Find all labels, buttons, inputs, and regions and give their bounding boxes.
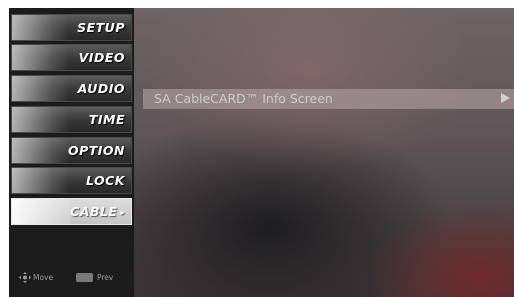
tv-screen: SETUP VIDEO AUDIO TIME OPTION LOCK CABLE… bbox=[9, 8, 514, 297]
menu-button-icon bbox=[76, 273, 93, 282]
menu-item-video[interactable]: VIDEO bbox=[11, 44, 132, 71]
submenu-enter-arrow-icon bbox=[501, 93, 510, 103]
menu-item-time[interactable]: TIME bbox=[11, 106, 132, 133]
menu-item-label: TIME bbox=[88, 112, 125, 127]
lock-thumbnail-icon bbox=[12, 168, 70, 193]
option-thumbnail-icon bbox=[12, 138, 70, 163]
move-arrows-icon bbox=[19, 272, 31, 283]
main-menu: SETUP VIDEO AUDIO TIME OPTION LOCK CABLE… bbox=[9, 8, 134, 297]
submenu-item-sa-cablecard-info[interactable]: SA CableCARD™ Info Screen bbox=[143, 89, 514, 109]
prev-label: Prev bbox=[97, 273, 114, 282]
audio-thumbnail-icon bbox=[12, 76, 70, 101]
menu-item-label: CABLE ▸ bbox=[70, 204, 125, 219]
submenu-arrow-icon: ▸ bbox=[120, 208, 125, 217]
navigation-hint: Move Prev bbox=[13, 271, 131, 285]
menu-item-label: VIDEO bbox=[78, 50, 125, 65]
menu-item-lock[interactable]: LOCK bbox=[11, 167, 132, 194]
move-label: Move bbox=[33, 273, 54, 282]
setup-thumbnail-icon bbox=[12, 15, 70, 40]
menu-item-setup[interactable]: SETUP bbox=[11, 14, 132, 41]
cable-thumbnail-icon bbox=[12, 199, 70, 224]
submenu-item-label: SA CableCARD™ Info Screen bbox=[154, 91, 333, 106]
menu-item-audio[interactable]: AUDIO bbox=[11, 75, 132, 102]
time-thumbnail-icon bbox=[12, 107, 70, 132]
menu-item-label: SETUP bbox=[77, 20, 125, 35]
menu-item-label: AUDIO bbox=[77, 81, 125, 96]
video-thumbnail-icon bbox=[12, 45, 70, 70]
menu-item-label: LOCK bbox=[85, 173, 125, 188]
menu-item-option[interactable]: OPTION bbox=[11, 137, 132, 164]
menu-item-label-text: CABLE bbox=[70, 204, 118, 219]
menu-item-cable[interactable]: CABLE ▸ bbox=[11, 198, 132, 225]
menu-item-label: OPTION bbox=[67, 143, 125, 158]
